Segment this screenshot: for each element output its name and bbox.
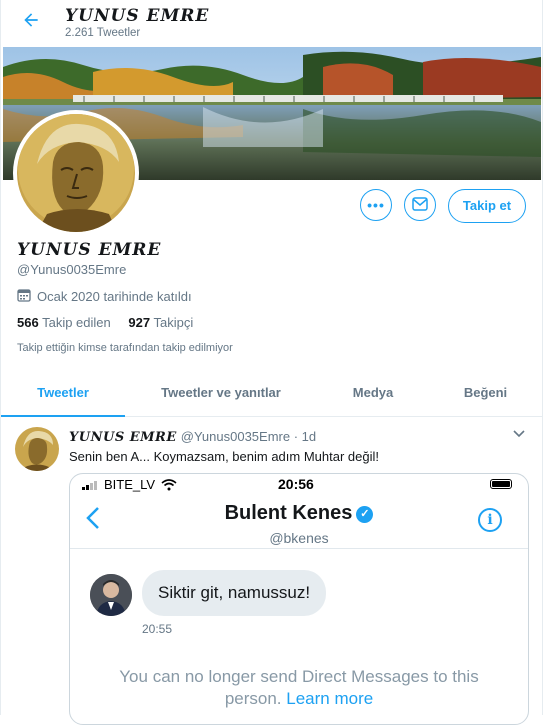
verified-icon: ✓ — [356, 506, 374, 523]
followers-label: Takipçi — [153, 315, 194, 330]
back-arrow-icon[interactable] — [19, 10, 43, 34]
tweet-count: 2.261 Tweetler — [65, 27, 141, 39]
wifi-icon — [161, 478, 177, 490]
dm-message-time: 20:55 — [142, 622, 173, 636]
followers-count: 927 — [128, 315, 151, 330]
profile-name: YUNUS EMRE — [17, 240, 162, 260]
tweet-author-avatar[interactable] — [15, 427, 59, 471]
tweet-author-name[interactable]: YUNUS EMRE — [69, 430, 177, 445]
tab-tweets-and-replies[interactable]: Tweetler ve yanıtlar — [125, 372, 317, 416]
more-options-button[interactable]: ••• — [360, 189, 392, 221]
learn-more-link: Learn more — [286, 689, 374, 708]
profile-page: YUNUS EMRE 2.261 Tweetler ••• Takip et Y… — [0, 0, 543, 725]
dm-contact-handle: @bkenes — [269, 530, 329, 546]
profile-tabs: Tweetler Tweetler ve yanıtlar Medya Beğe… — [1, 372, 542, 417]
dm-header: Bulent Kenes ✓ @bkenes i — [70, 496, 528, 549]
follow-button[interactable]: Takip et — [448, 189, 526, 223]
tab-tweets[interactable]: Tweetler — [1, 372, 125, 417]
phone-status-bar: BITE_LV 20:56 — [70, 474, 528, 494]
info-icon: i — [478, 508, 502, 532]
following-count: 566 — [17, 315, 39, 330]
signal-icon — [82, 480, 97, 490]
dm-contact-name-text: Bulent Kenes — [224, 502, 353, 524]
calendar-icon — [17, 288, 37, 305]
envelope-icon — [412, 196, 428, 214]
profile-handle: @Yunus0035Emre — [17, 262, 127, 277]
follow-stats: 566 Takip edilen 927 Takipçi — [17, 315, 193, 330]
message-button[interactable] — [404, 189, 436, 221]
battery-icon — [490, 479, 512, 489]
more-icon: ••• — [367, 197, 385, 213]
tab-likes[interactable]: Beğeni — [429, 372, 542, 416]
dm-message-bubble: Siktir git, namussuz! — [142, 570, 327, 616]
joined-date: Ocak 2020 tarihinde katıldı — [17, 288, 192, 305]
tweet-author-meta: @Yunus0035Emre · 1d — [180, 429, 317, 444]
joined-text: Ocak 2020 tarihinde katıldı — [37, 289, 192, 304]
tweet-text: Senin ben A... Koymazsam, benim adım Muh… — [69, 449, 379, 464]
following-label: Takip edilen — [42, 315, 111, 330]
followers-link[interactable]: 927 Takipçi — [128, 315, 193, 330]
profile-avatar[interactable] — [13, 110, 139, 236]
carrier-name: BITE_LV — [104, 477, 156, 492]
top-bar: YUNUS EMRE 2.261 Tweetler — [1, 0, 542, 46]
following-link[interactable]: 566 Takip edilen — [17, 315, 111, 330]
tab-media[interactable]: Medya — [317, 372, 429, 416]
tweet-header: YUNUS EMRE @Yunus0035Emre · 1d — [69, 429, 316, 445]
tweet-item[interactable]: YUNUS EMRE @Yunus0035Emre · 1d Senin ben … — [1, 417, 542, 725]
carrier-info: BITE_LV — [82, 477, 177, 492]
phone-clock: 20:56 — [278, 476, 314, 492]
dm-contact-name: Bulent Kenes ✓ — [70, 502, 528, 525]
followers-you-know: Takip ettiğin kimse tarafından takip edi… — [17, 342, 233, 354]
dm-notice: You can no longer send Direct Messages t… — [90, 666, 508, 710]
tweet-image[interactable]: BITE_LV 20:56 Bulent Kenes ✓ @bkenes i S… — [69, 473, 529, 725]
header-title: YUNUS EMRE — [65, 6, 210, 26]
dm-sender-avatar — [90, 574, 132, 616]
chevron-down-icon[interactable] — [513, 427, 525, 441]
